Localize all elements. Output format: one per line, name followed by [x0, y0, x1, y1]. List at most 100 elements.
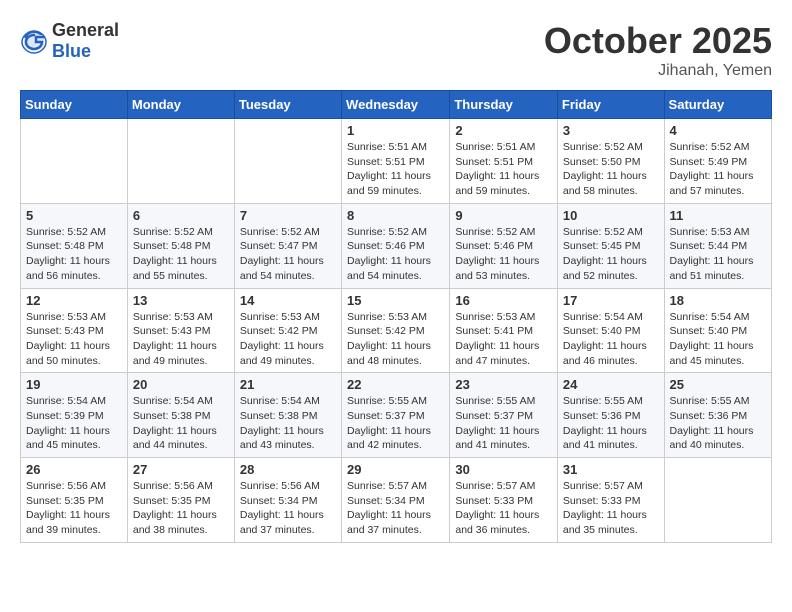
day-number: 7 [240, 208, 336, 223]
day-number: 6 [133, 208, 229, 223]
day-info: Sunrise: 5:53 AM Sunset: 5:42 PM Dayligh… [240, 310, 336, 369]
calendar-cell: 19Sunrise: 5:54 AM Sunset: 5:39 PM Dayli… [21, 373, 128, 458]
calendar-cell: 14 Sunrise: 5:53 AM Sunset: 5:42 PM Dayli… [234, 288, 341, 373]
calendar-table: SundayMondayTuesdayWednesdayThursdayFrid… [20, 90, 772, 543]
calendar-cell: 16 Sunrise: 5:53 AM Sunset: 5:41 PM Dayli… [450, 288, 558, 373]
calendar-cell: 18 Sunrise: 5:54 AM Sunset: 5:40 PM Dayli… [664, 288, 771, 373]
day-number: 3 [563, 123, 659, 138]
day-number: 25 [670, 377, 766, 392]
calendar-cell: 5 Sunrise: 5:52 AM Sunset: 5:48 PM Daylig… [21, 203, 128, 288]
day-number: 28 [240, 462, 336, 477]
calendar-cell: 30Sunrise: 5:57 AM Sunset: 5:33 PM Dayli… [450, 458, 558, 543]
logo-blue: Blue [52, 41, 91, 61]
day-info: Sunrise: 5:57 AM Sunset: 5:33 PM Dayligh… [455, 479, 552, 538]
calendar-cell: 6 Sunrise: 5:52 AM Sunset: 5:48 PM Daylig… [127, 203, 234, 288]
day-info: Sunrise: 5:52 AM Sunset: 5:46 PM Dayligh… [455, 225, 552, 284]
weekday-header-tuesday: Tuesday [234, 91, 341, 119]
calendar-cell: 31 Sunrise: 5:57 AM Sunset: 5:33 PM Dayli… [557, 458, 664, 543]
day-info: Sunrise: 5:55 AM Sunset: 5:36 PM Dayligh… [670, 394, 766, 453]
day-number: 1 [347, 123, 444, 138]
page-header: General Blue October 2025 Jihanah, Yemen [20, 20, 772, 80]
day-info: Sunrise: 5:54 AM Sunset: 5:40 PM Dayligh… [563, 310, 659, 369]
day-number: 18 [670, 293, 766, 308]
day-number: 11 [670, 208, 766, 223]
calendar-week-row: 26 Sunrise: 5:56 AM Sunset: 5:35 PM Dayli… [21, 458, 772, 543]
weekday-header-wednesday: Wednesday [342, 91, 450, 119]
day-info: Sunrise: 5:52 AM Sunset: 5:45 PM Dayligh… [563, 225, 659, 284]
calendar-week-row: 19Sunrise: 5:54 AM Sunset: 5:39 PM Dayli… [21, 373, 772, 458]
calendar-cell [664, 458, 771, 543]
day-number: 23 [455, 377, 552, 392]
day-number: 8 [347, 208, 444, 223]
title-block: October 2025 Jihanah, Yemen [544, 20, 772, 80]
logo-icon [20, 27, 48, 55]
day-number: 5 [26, 208, 122, 223]
day-info: Sunrise: 5:52 AM Sunset: 5:48 PM Dayligh… [133, 225, 229, 284]
day-info: Sunrise: 5:54 AM Sunset: 5:38 PM Dayligh… [240, 394, 336, 453]
calendar-cell [21, 119, 128, 204]
calendar-cell: 23 Sunrise: 5:55 AM Sunset: 5:37 PM Dayli… [450, 373, 558, 458]
calendar-cell: 13 Sunrise: 5:53 AM Sunset: 5:43 PM Dayli… [127, 288, 234, 373]
day-info: Sunrise: 5:55 AM Sunset: 5:36 PM Dayligh… [563, 394, 659, 453]
calendar-cell: 9 Sunrise: 5:52 AM Sunset: 5:46 PM Daylig… [450, 203, 558, 288]
calendar-cell: 12 Sunrise: 5:53 AM Sunset: 5:43 PM Dayli… [21, 288, 128, 373]
day-info: Sunrise: 5:52 AM Sunset: 5:47 PM Dayligh… [240, 225, 336, 284]
day-number: 19 [26, 377, 122, 392]
calendar-cell: 8 Sunrise: 5:52 AM Sunset: 5:46 PM Daylig… [342, 203, 450, 288]
day-number: 22 [347, 377, 444, 392]
calendar-cell: 11 Sunrise: 5:53 AM Sunset: 5:44 PM Dayli… [664, 203, 771, 288]
calendar-cell: 26 Sunrise: 5:56 AM Sunset: 5:35 PM Dayli… [21, 458, 128, 543]
weekday-header-thursday: Thursday [450, 91, 558, 119]
day-info: Sunrise: 5:53 AM Sunset: 5:44 PM Dayligh… [670, 225, 766, 284]
day-info: Sunrise: 5:53 AM Sunset: 5:41 PM Dayligh… [455, 310, 552, 369]
calendar-cell: 29Sunrise: 5:57 AM Sunset: 5:34 PM Dayli… [342, 458, 450, 543]
calendar-week-row: 1 Sunrise: 5:51 AM Sunset: 5:51 PM Daylig… [21, 119, 772, 204]
day-number: 20 [133, 377, 229, 392]
calendar-header-row: SundayMondayTuesdayWednesdayThursdayFrid… [21, 91, 772, 119]
day-info: Sunrise: 5:55 AM Sunset: 5:37 PM Dayligh… [347, 394, 444, 453]
day-info: Sunrise: 5:54 AM Sunset: 5:40 PM Dayligh… [670, 310, 766, 369]
calendar-cell [127, 119, 234, 204]
day-number: 2 [455, 123, 552, 138]
day-info: Sunrise: 5:52 AM Sunset: 5:49 PM Dayligh… [670, 140, 766, 199]
weekday-header-monday: Monday [127, 91, 234, 119]
calendar-cell: 21Sunrise: 5:54 AM Sunset: 5:38 PM Dayli… [234, 373, 341, 458]
day-info: Sunrise: 5:51 AM Sunset: 5:51 PM Dayligh… [455, 140, 552, 199]
weekday-header-sunday: Sunday [21, 91, 128, 119]
day-number: 9 [455, 208, 552, 223]
day-number: 27 [133, 462, 229, 477]
day-number: 12 [26, 293, 122, 308]
day-info: Sunrise: 5:53 AM Sunset: 5:42 PM Dayligh… [347, 310, 444, 369]
day-number: 29 [347, 462, 444, 477]
logo: General Blue [20, 20, 119, 62]
calendar-cell: 28Sunrise: 5:56 AM Sunset: 5:34 PM Dayli… [234, 458, 341, 543]
day-number: 31 [563, 462, 659, 477]
calendar-cell: 3 Sunrise: 5:52 AM Sunset: 5:50 PM Daylig… [557, 119, 664, 204]
day-number: 16 [455, 293, 552, 308]
day-info: Sunrise: 5:52 AM Sunset: 5:50 PM Dayligh… [563, 140, 659, 199]
day-info: Sunrise: 5:52 AM Sunset: 5:48 PM Dayligh… [26, 225, 122, 284]
calendar-cell: 27Sunrise: 5:56 AM Sunset: 5:35 PM Dayli… [127, 458, 234, 543]
day-info: Sunrise: 5:57 AM Sunset: 5:33 PM Dayligh… [563, 479, 659, 538]
calendar-week-row: 5 Sunrise: 5:52 AM Sunset: 5:48 PM Daylig… [21, 203, 772, 288]
month-title: October 2025 [544, 20, 772, 62]
day-number: 15 [347, 293, 444, 308]
day-info: Sunrise: 5:56 AM Sunset: 5:35 PM Dayligh… [26, 479, 122, 538]
day-number: 13 [133, 293, 229, 308]
day-number: 4 [670, 123, 766, 138]
calendar-cell: 2 Sunrise: 5:51 AM Sunset: 5:51 PM Daylig… [450, 119, 558, 204]
location-title: Jihanah, Yemen [544, 62, 772, 80]
calendar-cell: 24Sunrise: 5:55 AM Sunset: 5:36 PM Dayli… [557, 373, 664, 458]
day-info: Sunrise: 5:54 AM Sunset: 5:38 PM Dayligh… [133, 394, 229, 453]
day-info: Sunrise: 5:53 AM Sunset: 5:43 PM Dayligh… [133, 310, 229, 369]
day-number: 14 [240, 293, 336, 308]
calendar-cell: 20 Sunrise: 5:54 AM Sunset: 5:38 PM Dayli… [127, 373, 234, 458]
day-info: Sunrise: 5:52 AM Sunset: 5:46 PM Dayligh… [347, 225, 444, 284]
day-info: Sunrise: 5:53 AM Sunset: 5:43 PM Dayligh… [26, 310, 122, 369]
calendar-cell: 4 Sunrise: 5:52 AM Sunset: 5:49 PM Daylig… [664, 119, 771, 204]
day-number: 26 [26, 462, 122, 477]
logo-general: General [52, 20, 119, 40]
day-info: Sunrise: 5:55 AM Sunset: 5:37 PM Dayligh… [455, 394, 552, 453]
logo-text: General Blue [52, 20, 119, 62]
calendar-cell: 17Sunrise: 5:54 AM Sunset: 5:40 PM Dayli… [557, 288, 664, 373]
